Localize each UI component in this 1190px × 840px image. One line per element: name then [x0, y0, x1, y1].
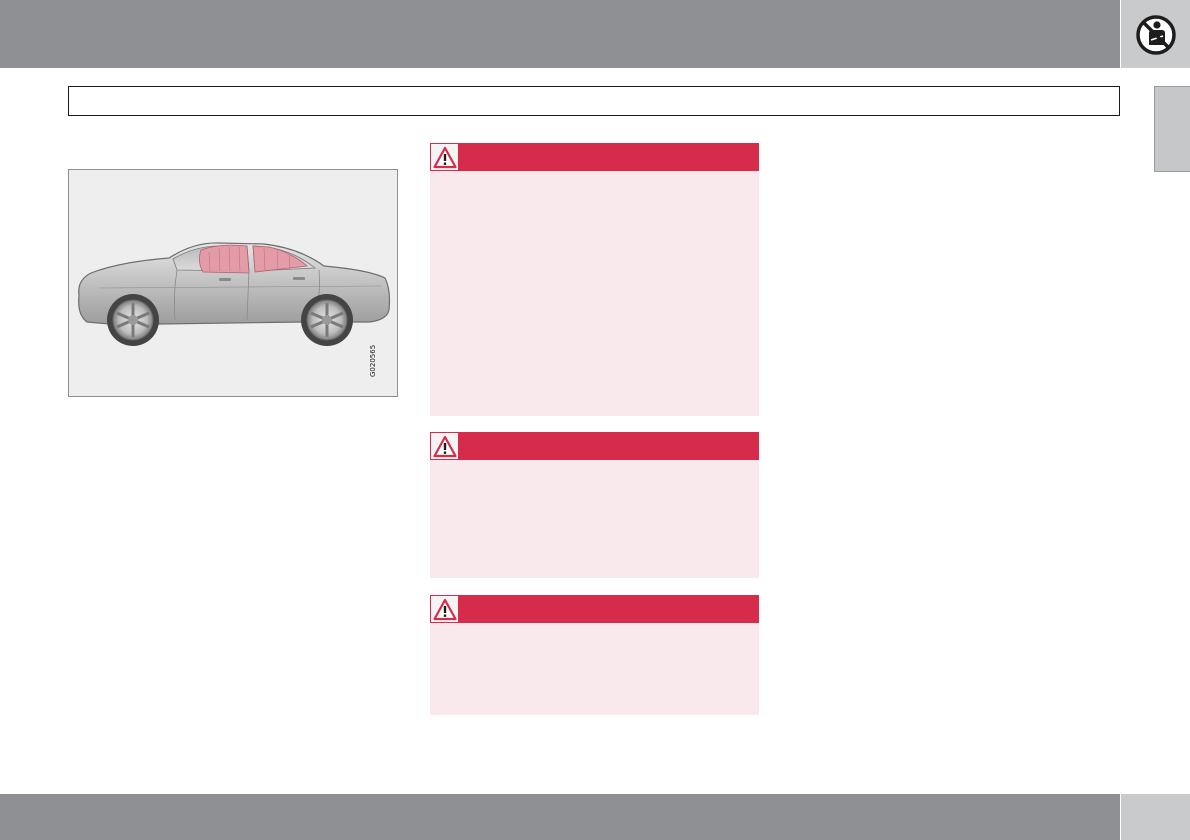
warning-header-1 [430, 143, 759, 171]
no-child-seat-airbag-icon [1136, 15, 1176, 55]
warning-icon-box-2 [430, 432, 459, 460]
header-corner-box [1121, 0, 1190, 68]
car-side-airbag-figure: G020565 [68, 169, 398, 397]
footer-page-number-box [1121, 794, 1190, 840]
front-curtain-airbag [199, 244, 250, 274]
chapter-side-tab [1154, 86, 1190, 172]
header-bar [0, 0, 1120, 68]
warning-icon-box-3 [430, 595, 459, 623]
warning-icon-box-1 [430, 143, 459, 171]
warning-box-2 [430, 432, 759, 578]
footer-bar [0, 794, 1120, 840]
warning-box-1 [430, 143, 759, 416]
warning-triangle-icon [433, 146, 457, 169]
warning-header-3 [430, 595, 759, 623]
figure-code: G020565 [369, 344, 377, 377]
warning-box-3 [430, 595, 759, 715]
warning-triangle-icon [433, 435, 457, 458]
warning-triangle-icon [433, 598, 457, 621]
section-title-bar [68, 86, 1120, 116]
warning-header-2 [430, 432, 759, 460]
car-side-curtain-airbag-illustration [78, 242, 391, 346]
